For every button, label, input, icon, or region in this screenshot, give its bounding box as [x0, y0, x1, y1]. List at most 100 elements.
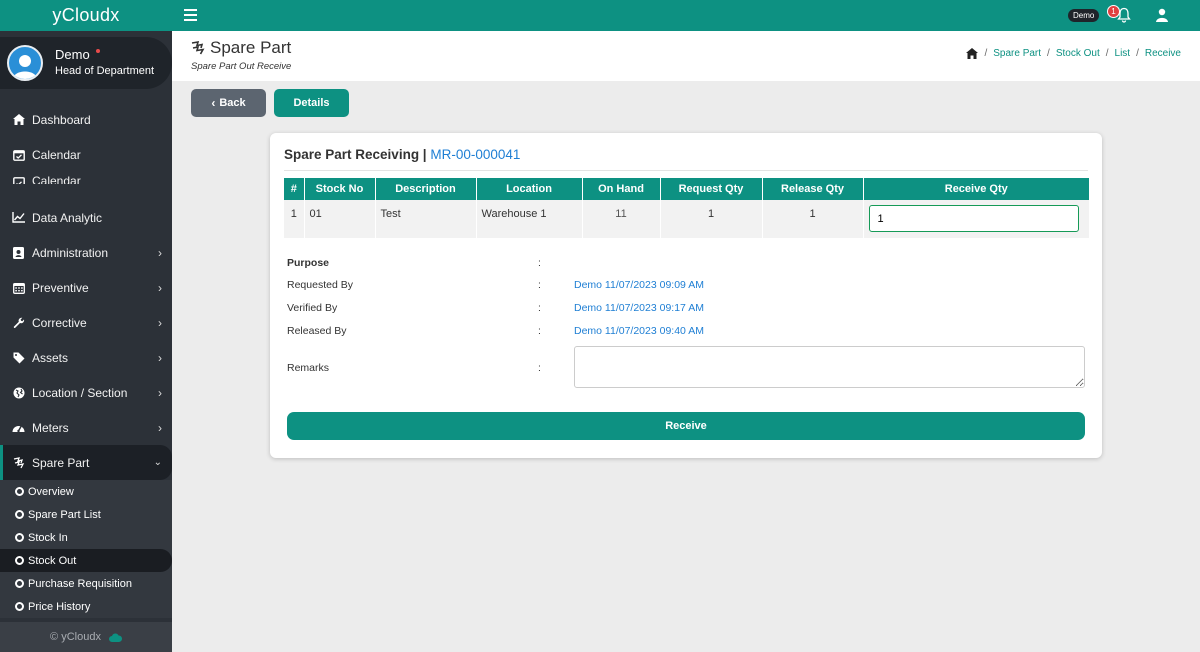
remarks-textarea[interactable]: [574, 346, 1085, 388]
spare-part-icon: [12, 456, 25, 469]
breadcrumb-list[interactable]: List: [1115, 48, 1131, 59]
bell-icon[interactable]: [1116, 7, 1132, 23]
user-panel[interactable]: Demo Head of Department: [0, 37, 172, 89]
submenu-item-label: Stock Out: [28, 554, 77, 567]
sidebar-item-meters[interactable]: Meters ›: [0, 410, 172, 445]
submenu-item-label: Spare Part List: [28, 508, 101, 521]
chevron-down-icon: ⌄: [153, 457, 162, 468]
sidebar-item-calendar-duplicate[interactable]: Calendar: [0, 172, 172, 184]
sidebar-item-assets[interactable]: Assets ›: [0, 340, 172, 375]
cell-request-qty: 1: [660, 200, 763, 238]
submenu-item-label: Purchase Requisition: [28, 577, 132, 590]
sidebar-item-administration[interactable]: Administration ›: [0, 235, 172, 270]
sidebar-item-label: Administration: [32, 245, 109, 260]
user-menu-icon[interactable]: [1155, 8, 1169, 22]
page-subtitle: Spare Part Out Receive: [191, 61, 292, 72]
menu-toggle-icon[interactable]: [184, 9, 197, 21]
receiving-card: Spare Part Receiving | MR-00-000041 # St…: [270, 133, 1102, 458]
remarks-label: Remarks: [287, 362, 330, 374]
cell-location: Warehouse 1: [476, 200, 583, 238]
sidebar-item-corrective[interactable]: Corrective ›: [0, 305, 172, 340]
user-role: Head of Department: [55, 65, 155, 77]
sidebar-item-label: Preventive: [32, 280, 89, 295]
column-header-stock-no: Stock No: [304, 178, 376, 200]
table-header-row: # Stock No Description Location On Hand …: [284, 178, 1089, 200]
sidebar-item-label: Meters: [32, 420, 69, 435]
submenu-item-stock-in[interactable]: Stock In: [0, 526, 172, 549]
circle-icon: [15, 556, 24, 565]
request-reference[interactable]: MR-00-000041: [430, 147, 520, 162]
column-header-location: Location: [476, 178, 583, 200]
column-header-request-qty: Request Qty: [660, 178, 763, 200]
sidebar-item-spare-part[interactable]: Spare Part ⌄: [0, 445, 172, 480]
receive-qty-input[interactable]: [868, 205, 1079, 232]
submenu-item-spare-part-list[interactable]: Spare Part List: [0, 503, 172, 526]
circle-icon: [15, 533, 24, 542]
sidebar: yCloudx Demo Head of Department Dashboar…: [0, 0, 172, 652]
circle-icon: [15, 602, 24, 611]
sidebar-item-dashboard[interactable]: Dashboard: [0, 102, 172, 137]
calendar-grid-icon: [12, 281, 25, 294]
submenu-item-purchase-requisition[interactable]: Purchase Requisition: [0, 572, 172, 595]
user-avatar-icon: [13, 55, 37, 79]
submenu-item-stock-out[interactable]: Stock Out: [0, 549, 172, 572]
submenu-item-price-history[interactable]: Price History: [0, 595, 172, 618]
card-title: Spare Part Receiving | MR-00-000041: [284, 147, 520, 162]
column-header-on-hand: On Hand: [582, 178, 661, 200]
purpose-colon: :: [538, 257, 541, 269]
sidebar-nav: Dashboard Calendar Calendar Data Analyti…: [0, 102, 172, 618]
requested-by-colon: :: [538, 279, 541, 291]
sidebar-item-data-analytic[interactable]: Data Analytic: [0, 200, 172, 235]
calendar-icon: [12, 175, 25, 184]
page-header: Spare Part Spare Part Out Receive / Spar…: [172, 31, 1200, 81]
verified-by-value: Demo 11/07/2023 09:17 AM: [574, 302, 704, 314]
submenu-item-overview[interactable]: Overview: [0, 480, 172, 503]
online-status-dot: [95, 49, 100, 53]
submenu-item-label: Price History: [28, 600, 91, 613]
breadcrumb-spare-part[interactable]: Spare Part: [993, 48, 1041, 59]
divider: [284, 170, 1088, 171]
user-name: Demo: [55, 47, 90, 62]
chevron-right-icon: ›: [158, 281, 162, 295]
page-title: Spare Part: [191, 38, 291, 58]
cell-on-hand: 11: [582, 200, 661, 238]
chart-line-icon: [12, 211, 25, 224]
home-icon[interactable]: [966, 48, 979, 59]
receive-button-label: Receive: [665, 420, 707, 432]
chevron-right-icon: ›: [158, 386, 162, 400]
cell-release-qty: 1: [762, 200, 864, 238]
breadcrumb-receive[interactable]: Receive: [1145, 48, 1181, 59]
back-button[interactable]: ‹ Back: [191, 89, 266, 117]
home-icon: [12, 113, 25, 126]
back-button-label: Back: [219, 97, 246, 109]
column-header-no: #: [284, 178, 305, 200]
released-by-value: Demo 11/07/2023 09:40 AM: [574, 325, 704, 337]
card-title-text: Spare Part Receiving |: [284, 147, 427, 162]
released-by-label: Released By: [287, 325, 347, 337]
sidebar-item-preventive[interactable]: Preventive ›: [0, 270, 172, 305]
requested-by-label: Requested By: [287, 279, 353, 291]
calendar-icon: [12, 148, 25, 161]
chevron-left-icon: ‹: [211, 96, 216, 110]
cloud-icon: [109, 633, 122, 642]
breadcrumb-stock-out[interactable]: Stock Out: [1056, 48, 1100, 59]
cell-no: 1: [284, 200, 305, 238]
sidebar-item-location-section[interactable]: Location / Section ›: [0, 375, 172, 410]
breadcrumb: / Spare Part / Stock Out / List / Receiv…: [966, 48, 1181, 59]
sidebar-item-label: Calendar: [32, 174, 81, 184]
released-by-colon: :: [538, 325, 541, 337]
sidebar-item-calendar[interactable]: Calendar: [0, 137, 172, 172]
circle-icon: [15, 487, 24, 496]
chevron-right-icon: ›: [158, 351, 162, 365]
gauge-icon: [12, 421, 25, 434]
page-title-text: Spare Part: [210, 38, 292, 57]
receive-button[interactable]: Receive: [287, 412, 1085, 440]
cell-description: Test: [375, 200, 477, 238]
brand-logo[interactable]: yCloudx: [0, 0, 172, 31]
tag-icon: [12, 351, 25, 364]
remarks-colon: :: [538, 362, 541, 374]
items-table: # Stock No Description Location On Hand …: [284, 178, 1089, 238]
details-button[interactable]: Details: [274, 89, 349, 117]
column-header-release-qty: Release Qty: [762, 178, 864, 200]
chevron-right-icon: ›: [158, 316, 162, 330]
